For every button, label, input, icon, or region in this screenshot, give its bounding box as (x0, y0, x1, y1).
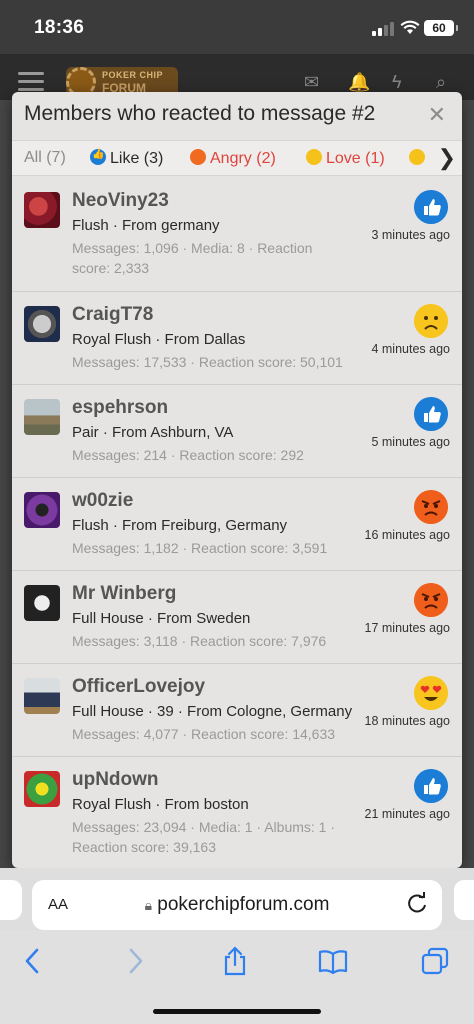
forward-icon[interactable] (120, 946, 150, 976)
angry-face-icon (190, 149, 206, 165)
share-icon[interactable] (220, 946, 250, 976)
member-row[interactable]: NeoViny23 Flush · From germany Messages:… (12, 178, 462, 292)
member-stats: Messages: 23,094 · Media: 1 · Albums: 1 … (72, 819, 336, 855)
tabs-icon[interactable] (420, 946, 450, 976)
reaction-time: 3 minutes ago (371, 228, 450, 242)
reaction-tabs: All (7) Like (3) Angry (2) Love (1) ❯ (12, 140, 462, 176)
clock: 18:36 (34, 17, 85, 38)
reactions-modal: Members who reacted to message #2 ✕ All … (12, 92, 462, 868)
bolt-icon[interactable]: ϟ (392, 72, 402, 93)
reaction-time: 17 minutes ago (364, 621, 450, 635)
battery-icon: 60 (424, 20, 458, 36)
tab-sad[interactable] (409, 149, 429, 168)
member-title: Flush · From Freiburg, Germany (72, 517, 288, 534)
member-name[interactable]: CraigT78 (72, 304, 153, 326)
member-title: Flush · From germany (72, 217, 220, 234)
avatar[interactable] (24, 678, 60, 714)
member-name[interactable]: espehrson (72, 397, 168, 419)
back-icon[interactable] (18, 946, 48, 976)
member-row[interactable]: w00zie Flush · From Freiburg, Germany Me… (12, 478, 462, 571)
status-bar: 18:36 60 (0, 0, 474, 54)
member-row[interactable]: espehrson Pair · From Ashburn, VA Messag… (12, 385, 462, 478)
search-icon[interactable]: ⌕ (436, 72, 446, 93)
member-name[interactable]: OfficerLovejoy (72, 676, 205, 698)
member-row[interactable]: OfficerLovejoy Full House · 39 · From Co… (12, 664, 462, 757)
tab-like[interactable]: Like (3) (90, 149, 163, 168)
member-stats: Messages: 214 · Reaction score: 292 (72, 447, 304, 463)
sad-face-icon (414, 304, 448, 338)
member-stats: Messages: 4,077 · Reaction score: 14,633 (72, 726, 336, 742)
tab-love[interactable]: Love (1) (306, 149, 385, 168)
menu-icon[interactable] (18, 72, 44, 92)
like-icon (90, 149, 106, 165)
avatar[interactable] (24, 771, 60, 807)
member-title: Pair · From Ashburn, VA (72, 424, 234, 441)
modal-title: Members who reacted to message #2 (24, 102, 376, 125)
member-name[interactable]: Mr Winberg (72, 583, 176, 605)
member-title: Full House · From Sweden (72, 610, 251, 627)
reaction-time: 4 minutes ago (371, 342, 450, 356)
sad-face-icon (409, 149, 425, 165)
avatar[interactable] (24, 192, 60, 228)
member-title: Royal Flush · From Dallas (72, 331, 246, 348)
tabs-next-arrow-icon[interactable]: ❯ (438, 145, 456, 171)
member-name[interactable]: upNdown (72, 769, 159, 791)
member-stats: Messages: 17,533 · Reaction score: 50,10… (72, 354, 343, 370)
cellular-signal-icon (372, 22, 396, 36)
like-icon (414, 769, 448, 803)
close-button[interactable]: ✕ (428, 102, 446, 128)
mail-icon[interactable]: ✉ (304, 72, 319, 93)
member-row[interactable]: Mr Winberg Full House · From Sweden Mess… (12, 571, 462, 664)
address-bar[interactable]: AA 🔒︎ pokerchipforum.com (32, 880, 442, 930)
avatar[interactable] (24, 492, 60, 528)
avatar[interactable] (24, 399, 60, 435)
tab-angry[interactable]: Angry (2) (190, 149, 276, 168)
member-row[interactable]: CraigT78 Royal Flush · From Dallas Messa… (12, 292, 462, 385)
url-text: pokerchipforum.com (157, 894, 330, 915)
lock-icon: 🔒︎ (144, 897, 153, 913)
member-title: Full House · 39 · From Cologne, Germany (72, 703, 353, 720)
like-icon (414, 397, 448, 431)
member-title: Royal Flush · From boston (72, 796, 249, 813)
member-name[interactable]: w00zie (72, 490, 133, 512)
reaction-time: 5 minutes ago (371, 435, 450, 449)
next-tab-peek[interactable] (454, 880, 474, 920)
heart-eyes-icon (306, 149, 322, 165)
bookmarks-icon[interactable] (318, 946, 348, 976)
angry-face-icon (414, 583, 448, 617)
angry-face-icon (414, 490, 448, 524)
reaction-time: 16 minutes ago (364, 528, 450, 542)
reload-icon[interactable] (406, 892, 428, 914)
previous-tab-peek[interactable] (0, 880, 22, 920)
reaction-time: 18 minutes ago (364, 714, 450, 728)
home-indicator (153, 1009, 321, 1014)
heart-eyes-icon (414, 676, 448, 710)
like-icon (414, 190, 448, 224)
member-row[interactable]: upNdown Royal Flush · From boston Messag… (12, 757, 462, 868)
bell-icon[interactable]: 🔔 (348, 72, 370, 93)
member-stats: Messages: 1,182 · Reaction score: 3,591 (72, 540, 328, 556)
reaction-time: 21 minutes ago (364, 807, 450, 821)
member-stats: Messages: 1,096 · Media: 8 · Reaction sc… (72, 240, 313, 276)
tab-all[interactable]: All (7) (24, 149, 66, 167)
avatar[interactable] (24, 306, 60, 342)
member-name[interactable]: NeoViny23 (72, 190, 169, 212)
wifi-icon (400, 20, 420, 34)
member-stats: Messages: 3,118 · Reaction score: 7,976 (72, 633, 327, 649)
avatar[interactable] (24, 585, 60, 621)
